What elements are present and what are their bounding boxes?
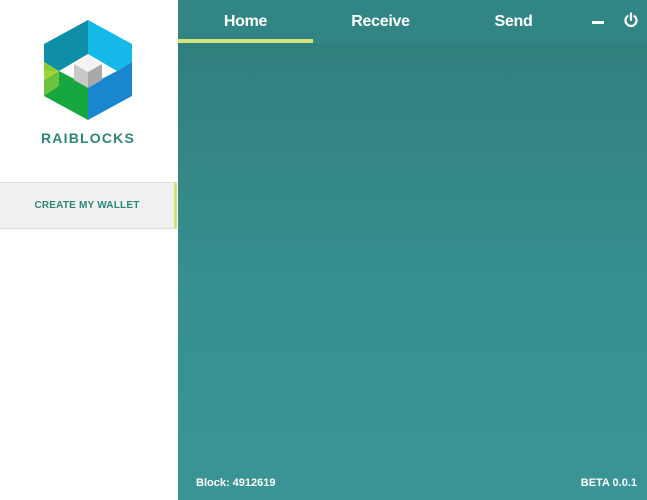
top-nav: Home Receive Send xyxy=(178,0,647,43)
power-button[interactable] xyxy=(622,11,640,29)
create-wallet-button[interactable]: CREATE MY WALLET xyxy=(0,182,177,229)
block-count: Block: 4912619 xyxy=(196,477,276,489)
main-panel: Home Receive Send Block: 4912619 BETA 0.… xyxy=(178,0,647,500)
minimize-icon xyxy=(592,20,604,24)
tab-send[interactable]: Send xyxy=(446,0,581,43)
tab-receive[interactable]: Receive xyxy=(313,0,448,43)
power-icon xyxy=(624,12,638,28)
active-tab-indicator xyxy=(178,39,313,43)
version-label: BETA 0.0.1 xyxy=(580,477,637,489)
raiblocks-logo-icon xyxy=(42,18,134,122)
sidebar: RAIBLOCKS CREATE MY WALLET xyxy=(0,0,178,500)
brand-title: RAIBLOCKS xyxy=(40,130,136,146)
minimize-button[interactable] xyxy=(589,11,607,29)
tab-home[interactable]: Home xyxy=(178,0,313,43)
